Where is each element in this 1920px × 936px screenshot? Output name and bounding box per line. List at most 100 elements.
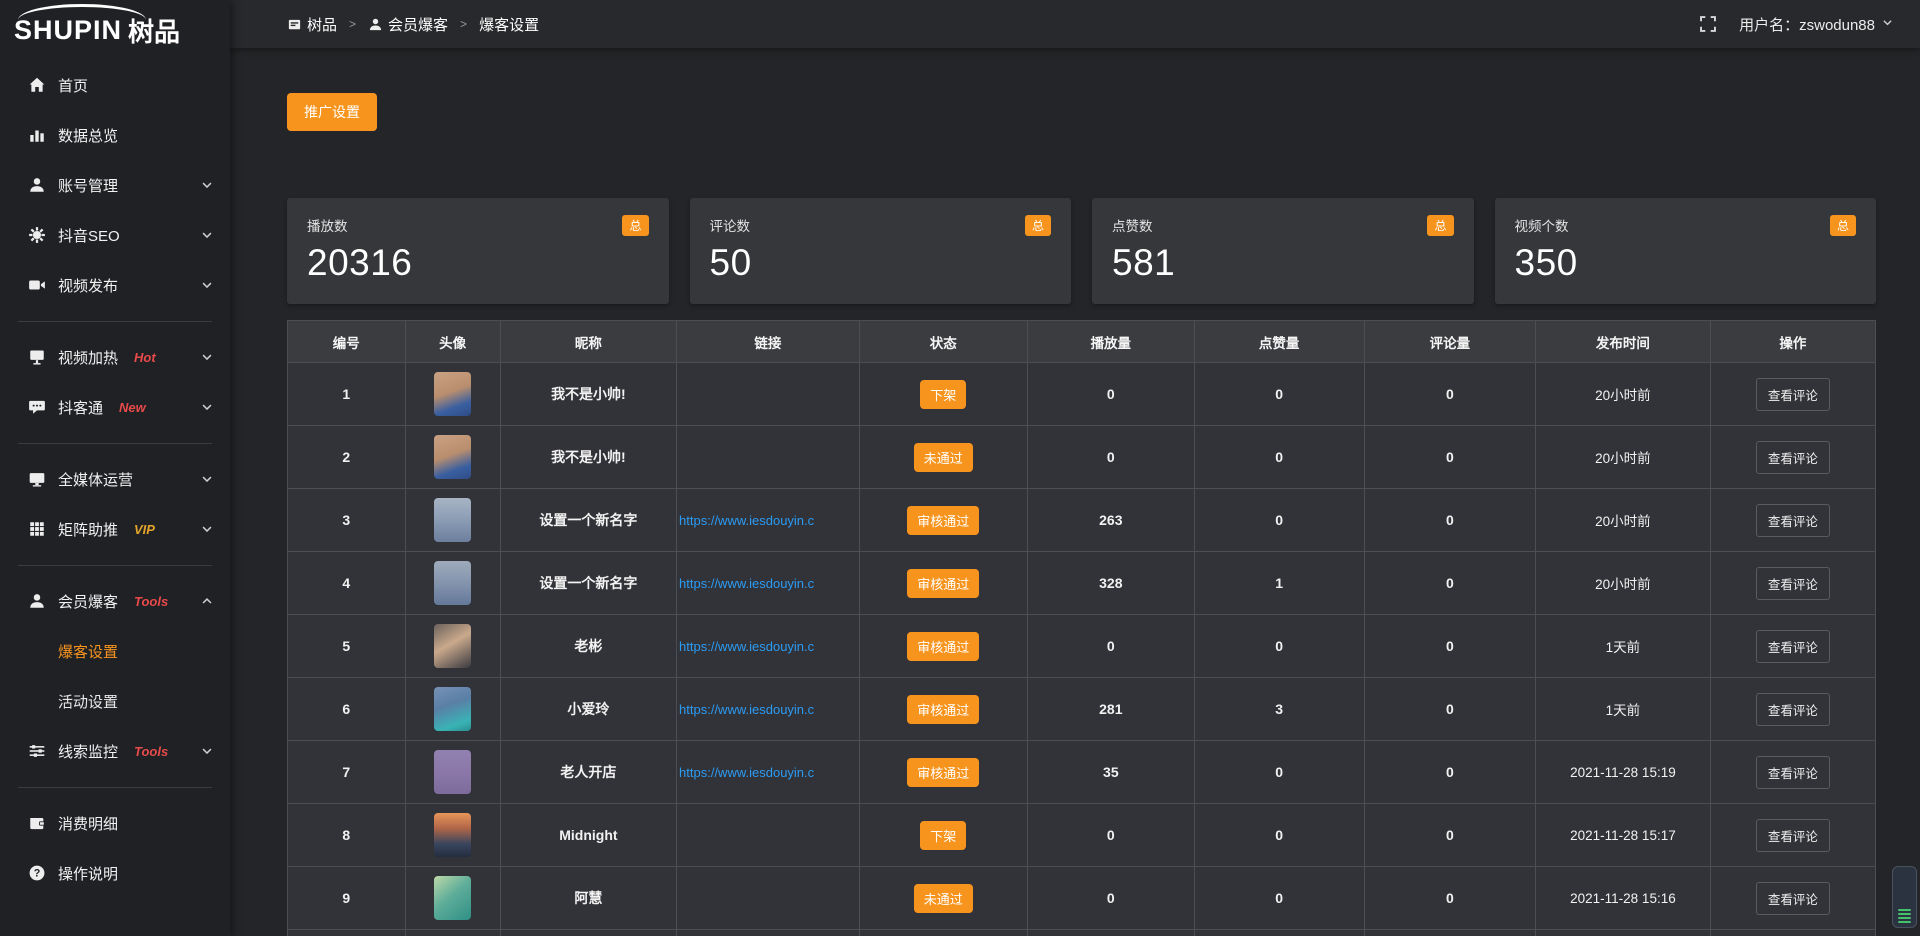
sidebar-item[interactable]: 视频加热Hot xyxy=(0,332,230,382)
video-link[interactable]: https://www.iesdouyin.c xyxy=(679,513,814,528)
status-cell: 审核通过 xyxy=(859,741,1027,804)
video-link[interactable]: https://www.iesdouyin.c xyxy=(679,702,814,717)
svg-text:?: ? xyxy=(34,868,41,880)
sidebar-item-label: 数据总览 xyxy=(58,125,118,146)
status-badge: 审核通过 xyxy=(907,695,979,724)
breadcrumb-label: 爆客设置 xyxy=(479,14,539,35)
avatar-cell xyxy=(405,930,500,936)
video-link[interactable]: https://www.iesdouyin.c xyxy=(679,639,814,654)
sidebar-item[interactable]: 视频发布 xyxy=(0,260,230,310)
status-badge: 审核通过 xyxy=(907,632,979,661)
column-header: 评论量 xyxy=(1364,321,1536,363)
sidebar-item[interactable]: 矩阵助推VIP xyxy=(0,504,230,554)
view-comments-button[interactable]: 查看评论 xyxy=(1756,378,1830,411)
sidebar-item[interactable]: 线索监控Tools xyxy=(0,726,230,776)
widget-bar xyxy=(1898,917,1911,919)
link-cell: https://www.iesdouyin.c xyxy=(677,552,860,615)
status-cell: 未通过 xyxy=(859,426,1027,489)
status-cell: 审核通过 xyxy=(859,489,1027,552)
app-icon xyxy=(287,17,302,32)
likes-count: 0 xyxy=(1194,741,1364,804)
comments-count: 0 xyxy=(1364,678,1536,741)
sidebar-item-label: 全媒体运营 xyxy=(58,469,133,490)
sidebar-item[interactable]: ?操作说明 xyxy=(0,848,230,898)
row-number: 1 xyxy=(288,363,406,426)
breadcrumb-item[interactable]: 树品 xyxy=(287,14,337,35)
sidebar-item[interactable]: 全媒体运营 xyxy=(0,454,230,504)
link-cell xyxy=(677,426,860,489)
sidebar-item[interactable]: 抖音SEO xyxy=(0,210,230,260)
topbar-right: 用户名：zswodun88 xyxy=(1699,14,1894,35)
sidebar-item[interactable]: 数据总览 xyxy=(0,110,230,160)
breadcrumb-item[interactable]: 爆客设置 xyxy=(479,14,539,35)
view-comments-button[interactable]: 查看评论 xyxy=(1756,756,1830,789)
fullscreen-icon[interactable] xyxy=(1699,15,1717,33)
brand-logo[interactable]: SHUPIN 树品 xyxy=(0,0,230,60)
breadcrumb-item[interactable]: 会员爆客 xyxy=(368,14,448,35)
link-cell xyxy=(677,804,860,867)
stat-card: 评论数总50 xyxy=(690,198,1072,304)
grid-icon xyxy=(28,520,46,538)
column-header: 发布时间 xyxy=(1536,321,1711,363)
view-comments-button[interactable]: 查看评论 xyxy=(1756,693,1830,726)
sidebar-item[interactable]: 会员爆客Tools xyxy=(0,576,230,626)
chevron-down-icon xyxy=(200,744,214,758)
sidebar-item[interactable]: 抖客通New xyxy=(0,382,230,432)
view-comments-button[interactable]: 查看评论 xyxy=(1756,819,1830,852)
total-badge: 总 xyxy=(1830,215,1856,236)
avatar-cell xyxy=(405,867,500,930)
stat-card-value: 350 xyxy=(1515,242,1857,284)
user-menu[interactable]: 用户名：zswodun88 xyxy=(1739,14,1894,35)
bar-chart-icon xyxy=(28,126,46,144)
table-row: 4设置一个新名字https://www.iesdouyin.c审核通过32810… xyxy=(288,552,1876,615)
chevron-down-icon xyxy=(200,350,214,364)
view-comments-button[interactable]: 查看评论 xyxy=(1756,882,1830,915)
status-badge: 未通过 xyxy=(914,443,973,472)
status-cell: 审核通过 xyxy=(859,678,1027,741)
stat-card-label: 视频个数 xyxy=(1515,215,1569,235)
sidebar-menu: 首页数据总览账号管理抖音SEO视频发布视频加热Hot抖客通New 全媒体运营矩阵助… xyxy=(0,60,230,898)
plays-count: 328 xyxy=(1027,552,1194,615)
sidebar-item[interactable]: 账号管理 xyxy=(0,160,230,210)
nickname: Midnight xyxy=(500,804,676,867)
stat-card: 点赞数总581 xyxy=(1092,198,1474,304)
sidebar-subitem[interactable]: 爆客设置 xyxy=(0,626,230,676)
sidebar-item[interactable]: 首页 xyxy=(0,60,230,110)
sidebar-item-label: 抖客通 xyxy=(58,397,103,418)
sidebar-subitem[interactable]: 活动设置 xyxy=(0,676,230,726)
nickname: 小爱玲 xyxy=(500,678,676,741)
status-cell: 审核通过 xyxy=(859,615,1027,678)
status-cell: 审核通过 xyxy=(859,552,1027,615)
user-icon xyxy=(28,176,46,194)
comments-count xyxy=(1364,930,1536,936)
video-link[interactable]: https://www.iesdouyin.c xyxy=(679,765,814,780)
column-header: 编号 xyxy=(288,321,406,363)
question-icon: ? xyxy=(28,864,46,882)
sidebar-item[interactable]: 消费明细 xyxy=(0,798,230,848)
comments-count: 0 xyxy=(1364,804,1536,867)
chevron-down-icon xyxy=(200,228,214,242)
column-header: 昵称 xyxy=(500,321,676,363)
action-cell: 查看评论 xyxy=(1710,804,1875,867)
gear-icon xyxy=(28,226,46,244)
overlay-widget[interactable] xyxy=(1892,866,1917,928)
action-cell: 查看评论 xyxy=(1710,363,1875,426)
sidebar-item-label: 消费明细 xyxy=(58,813,118,834)
view-comments-button[interactable]: 查看评论 xyxy=(1756,630,1830,663)
avatar xyxy=(434,876,471,920)
view-comments-button[interactable]: 查看评论 xyxy=(1756,441,1830,474)
view-comments-button[interactable]: 查看评论 xyxy=(1756,504,1830,537)
video-link[interactable]: https://www.iesdouyin.c xyxy=(679,576,814,591)
sidebar-item-label: 线索监控 xyxy=(58,741,118,762)
comments-count: 0 xyxy=(1364,489,1536,552)
sidebar-item-label: 视频加热 xyxy=(58,347,118,368)
view-comments-button[interactable]: 查看评论 xyxy=(1756,567,1830,600)
nickname: 设置一个新名字 xyxy=(500,552,676,615)
avatar-cell xyxy=(405,804,500,867)
monitor-icon xyxy=(28,470,46,488)
nickname: 我不是小帅! xyxy=(500,363,676,426)
promo-settings-button[interactable]: 推广设置 xyxy=(287,93,377,131)
topbar: 树品>会员爆客>爆客设置 用户名：zswodun88 xyxy=(230,0,1920,48)
chevron-down-icon xyxy=(200,400,214,414)
sidebar-item-label: 会员爆客 xyxy=(58,591,118,612)
